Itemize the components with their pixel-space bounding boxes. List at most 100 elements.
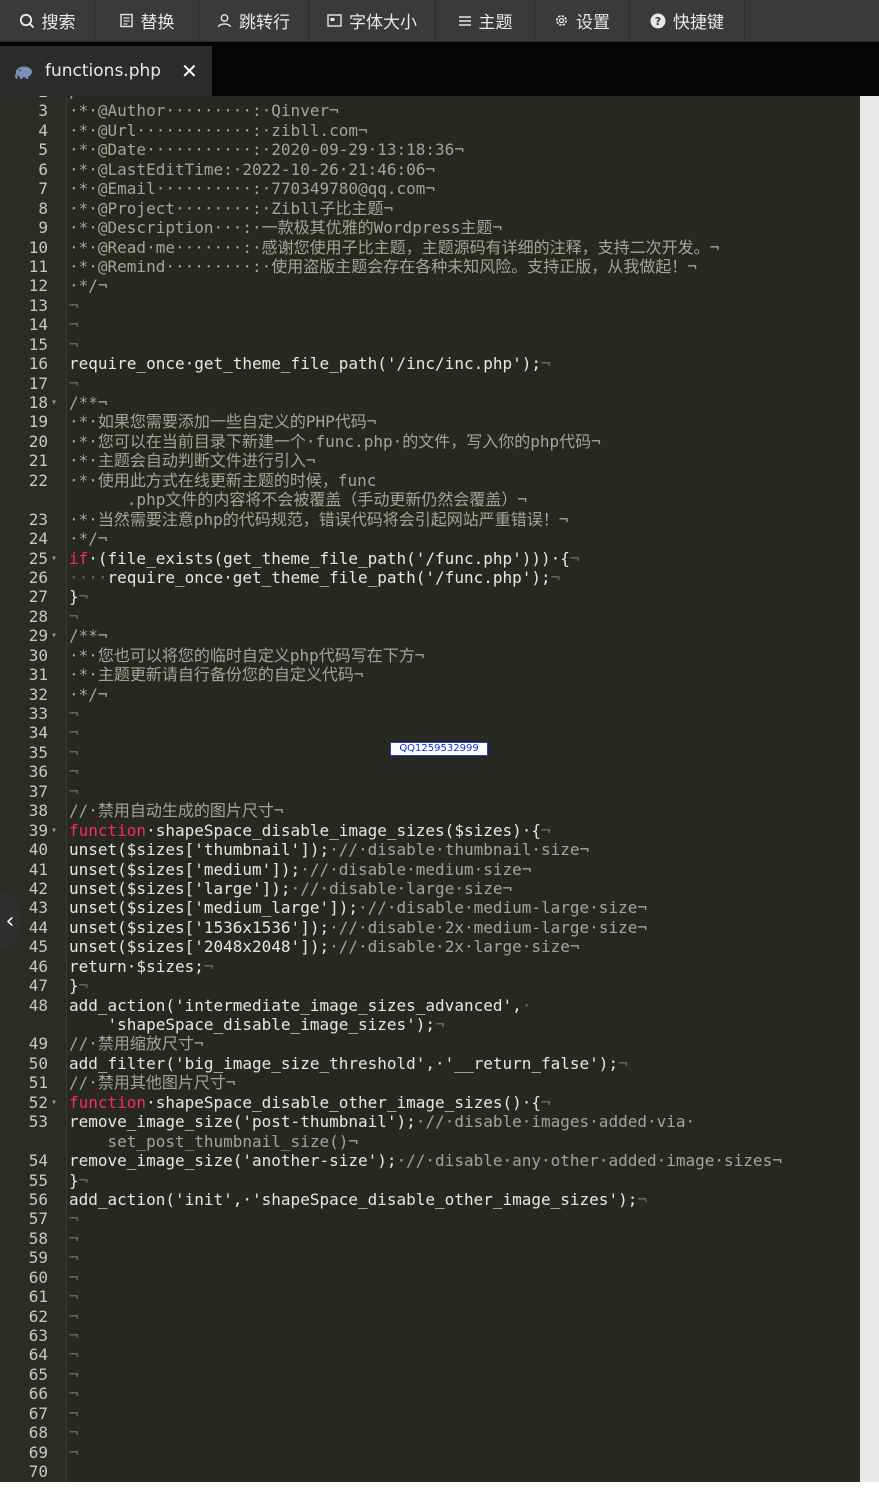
fold-arrow-icon[interactable]: ▾: [51, 549, 57, 568]
code-line[interactable]: 5 ·*·@Date···········:·2020-09-29·13:18:3…: [0, 140, 860, 159]
code-line[interactable]: 60 ¬: [0, 1268, 860, 1287]
code-line[interactable]: 'shapeSpace_disable_image_sizes');¬: [0, 1015, 860, 1034]
code-line[interactable]: 22 ·*·使用此方式在线更新主题的时候，func: [0, 471, 860, 490]
font-size-button[interactable]: 字体大小: [309, 0, 436, 41]
code-editor[interactable]: 2▾/*¬3·*·@Author·········:·Qinver¬4·*·@U…: [0, 96, 879, 1482]
code-line[interactable]: 54 remove_image_size('another-size');·//·…: [0, 1151, 860, 1170]
code-line[interactable]: 4 ·*·@Url············:·zibll.com¬: [0, 121, 860, 140]
token-str: add_filter('big_image_size_threshold',·'…: [69, 1053, 619, 1073]
fold-arrow-icon[interactable]: ▾: [51, 626, 57, 645]
code-line[interactable]: 26 ····require_once·get_theme_file_path('…: [0, 568, 860, 587]
code-line[interactable]: 70: [0, 1462, 860, 1481]
code-line[interactable]: 9 ·*·@Description···:·一款极其优雅的Wordpress主题¬: [0, 218, 860, 237]
code-line[interactable]: 53 remove_image_size('post-thumbnail');·/…: [0, 1112, 860, 1131]
theme-button[interactable]: 主题: [436, 0, 535, 41]
fold-arrow-icon[interactable]: ▾: [51, 1093, 57, 1112]
code-line[interactable]: 19 ·*·如果您需要添加一些自定义的PHP代码¬: [0, 412, 860, 431]
code-line[interactable]: 42 unset($sizes['large']);·//·disable·lar…: [0, 879, 860, 898]
code-line[interactable]: 68 ¬: [0, 1423, 860, 1442]
code-line[interactable]: 20 ·*·您可以在当前目录下新建一个·func.php·的文件，写入你的php代…: [0, 432, 860, 451]
code-line[interactable]: 27}¬: [0, 587, 860, 606]
token-str: unset($sizes['medium_large']);: [69, 898, 358, 918]
code-line[interactable]: 36 ¬: [0, 762, 860, 781]
fold-arrow-icon[interactable]: ▾: [51, 821, 57, 840]
code-line[interactable]: 21 ·*·主题会自动判断文件进行引入¬: [0, 451, 860, 470]
code-text: }¬: [69, 976, 88, 995]
code-line[interactable]: 65 ¬: [0, 1365, 860, 1384]
code-line[interactable]: 44 unset($sizes['1536x1536']);·//·disable…: [0, 918, 860, 937]
code-line[interactable]: 66 ¬: [0, 1384, 860, 1403]
shortcuts-button[interactable]: ? 快捷键: [630, 0, 745, 41]
code-line[interactable]: 30 ·*·您也可以将您的临时自定义php代码写在下方¬: [0, 646, 860, 665]
code-line[interactable]: 46 return·$sizes;¬: [0, 957, 860, 976]
code-line[interactable]: 31 ·*·主题更新请自行备份您的自定义代码¬: [0, 665, 860, 684]
code-content[interactable]: 2▾/*¬3·*·@Author·········:·Qinver¬4·*·@U…: [0, 96, 860, 1482]
code-line[interactable]: 13 ¬: [0, 296, 860, 315]
code-line[interactable]: 50 add_filter('big_image_size_threshold',…: [0, 1054, 860, 1073]
code-line[interactable]: 6 ·*·@LastEditTime:·2022-10-26·21:46:06¬: [0, 160, 860, 179]
replace-button[interactable]: 替换: [95, 0, 199, 41]
code-line[interactable]: set_post_thumbnail_size()¬: [0, 1132, 860, 1151]
line-number: 68: [28, 1423, 48, 1443]
code-line[interactable]: 17 ¬: [0, 374, 860, 393]
code-line[interactable]: 47}¬: [0, 976, 860, 995]
code-line[interactable]: 63 ¬: [0, 1326, 860, 1345]
code-line[interactable]: 64 ¬: [0, 1345, 860, 1364]
code-line[interactable]: 51 //·禁用其他图片尺寸¬: [0, 1073, 860, 1092]
code-text: unset($sizes['1536x1536']);·//·disable·2…: [69, 918, 647, 937]
code-line[interactable]: 55}¬: [0, 1171, 860, 1190]
code-line[interactable]: 8 ·*·@Project········:·Zibll子比主题¬: [0, 199, 860, 218]
code-line[interactable]: 32 ·*/¬: [0, 685, 860, 704]
fold-arrow-icon[interactable]: ▾: [51, 393, 57, 412]
token-cmt: //·禁用缩放尺寸¬: [69, 1034, 204, 1054]
code-line[interactable]: 7 ·*·@Email··········:·770349780@qq.com¬: [0, 179, 860, 198]
code-line[interactable]: 40 unset($sizes['thumbnail']);·//·disable…: [0, 840, 860, 859]
code-line[interactable]: 11 ·*·@Remind·········:·使用盗版主题会存在各种未知风险。支…: [0, 257, 860, 276]
code-line[interactable]: 61 ¬: [0, 1287, 860, 1306]
code-line[interactable]: 12 ·*/¬: [0, 276, 860, 295]
goto-line-button[interactable]: 跳转行: [199, 0, 309, 41]
code-line[interactable]: 59 ¬: [0, 1248, 860, 1267]
vertical-scrollbar[interactable]: [860, 96, 879, 1482]
code-line[interactable]: 33 ¬: [0, 704, 860, 723]
line-number: 49: [28, 1034, 48, 1054]
code-line[interactable]: 10 ·*·@Read·me·······:·感谢您使用子比主题，主题源码有详细的…: [0, 238, 860, 257]
code-text: ·*·@Email··········:·770349780@qq.com¬: [69, 179, 435, 198]
code-line[interactable]: 3 ·*·@Author·········:·Qinver¬: [0, 101, 860, 120]
code-line[interactable]: 62 ¬: [0, 1307, 860, 1326]
code-line[interactable]: 29 ▾ /**¬: [0, 626, 860, 645]
code-line[interactable]: 45 unset($sizes['2048x2048']);·//·disable…: [0, 937, 860, 956]
code-line[interactable]: 52 ▾ function·shapeSpace_disable_other_ima…: [0, 1093, 860, 1112]
code-line[interactable]: 14 ¬: [0, 315, 860, 334]
token-ws: ¬: [69, 1384, 79, 1404]
settings-button[interactable]: 设置: [535, 0, 630, 41]
code-line[interactable]: 48 add_action('intermediate_image_sizes_a…: [0, 996, 860, 1015]
code-line[interactable]: 67 ¬: [0, 1404, 860, 1423]
code-line[interactable]: .php文件的内容将不会被覆盖（手动更新仍然会覆盖）¬: [0, 490, 860, 509]
code-line[interactable]: 43 unset($sizes['medium_large']);·//·disa…: [0, 898, 860, 917]
code-line[interactable]: 15 ¬: [0, 335, 860, 354]
code-line[interactable]: 28 ¬: [0, 607, 860, 626]
code-line[interactable]: 34 ¬: [0, 723, 860, 742]
tab-functions-php[interactable]: functions.php ✕: [0, 46, 212, 96]
code-line[interactable]: 16 require_once·get_theme_file_path('/inc…: [0, 354, 860, 373]
close-icon[interactable]: ✕: [181, 59, 198, 83]
code-line[interactable]: 37 ¬: [0, 782, 860, 801]
code-line[interactable]: 25 ▾ if·(file_exists(get_theme_file_path('…: [0, 549, 860, 568]
code-line[interactable]: 23 ·*·当然需要注意php的代码规范，错误代码将会引起网站严重错误！¬: [0, 510, 860, 529]
code-line[interactable]: 39 ▾ function·shapeSpace_disable_image_siz…: [0, 821, 860, 840]
code-line[interactable]: 24 ·*/¬: [0, 529, 860, 548]
token-str: remove_image_size('another-size');: [69, 1151, 397, 1171]
line-number: 59: [28, 1248, 48, 1268]
code-line[interactable]: 57 ¬: [0, 1209, 860, 1228]
line-number: 27: [28, 587, 48, 607]
code-line[interactable]: 69 ¬: [0, 1443, 860, 1462]
search-button[interactable]: 搜索: [0, 0, 95, 41]
code-line[interactable]: 18 ▾ /**¬: [0, 393, 860, 412]
code-line[interactable]: 41 unset($sizes['medium']);·//·disable·me…: [0, 860, 860, 879]
code-line[interactable]: 38 //·禁用自动生成的图片尺寸¬: [0, 801, 860, 820]
code-line[interactable]: 49 //·禁用缩放尺寸¬: [0, 1034, 860, 1053]
code-line[interactable]: 58 ¬: [0, 1229, 860, 1248]
code-line[interactable]: 56 add_action('init',·'shapeSpace_disable…: [0, 1190, 860, 1209]
line-number: 3: [38, 101, 48, 121]
